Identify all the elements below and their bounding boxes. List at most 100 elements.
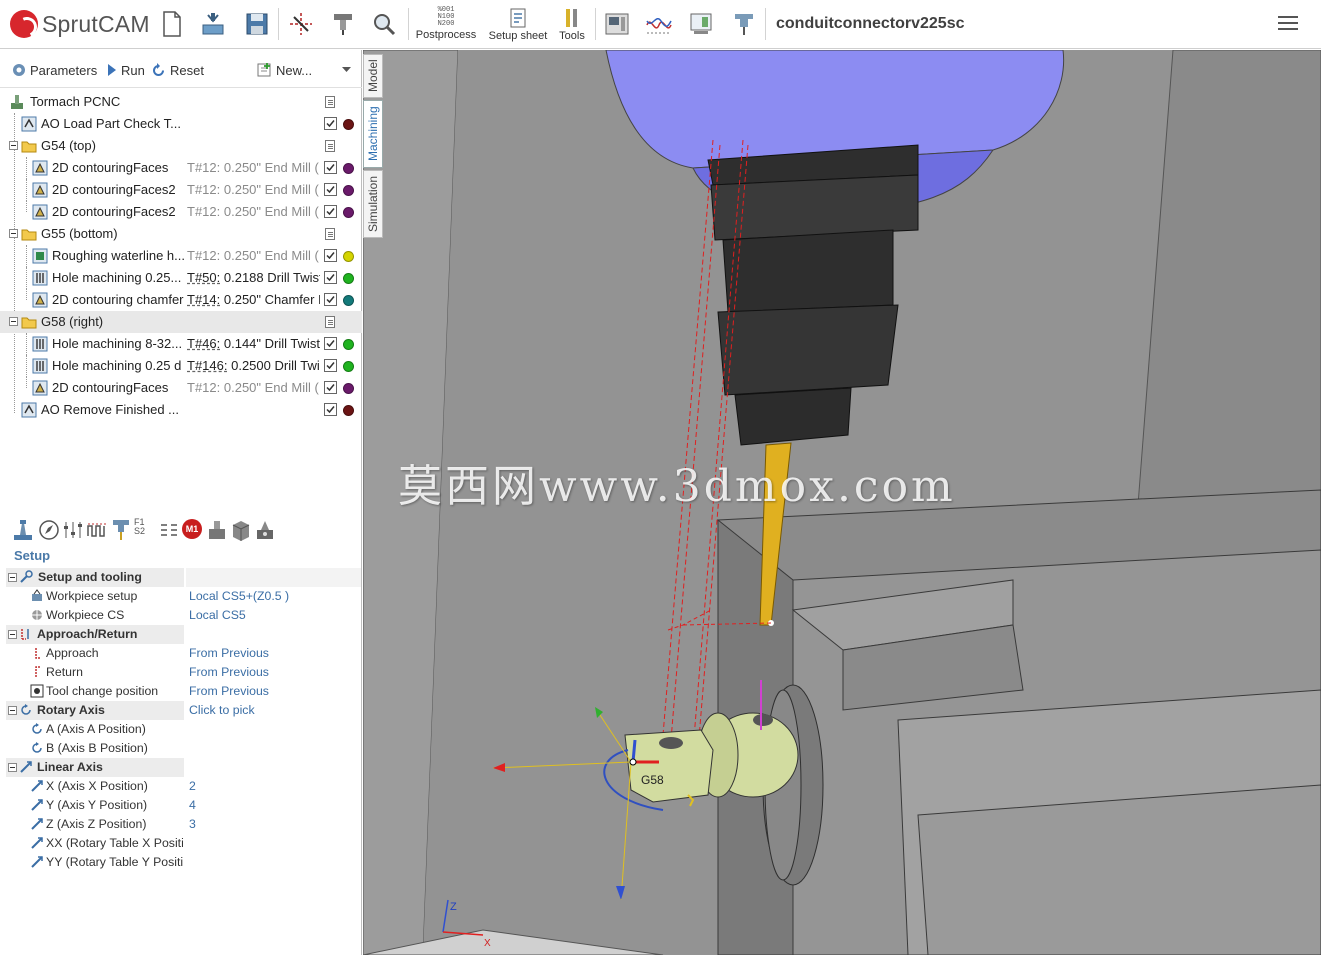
- tree-operation-row[interactable]: 2D contouringFaces2 T#12: 0.250" End Mil…: [0, 179, 362, 201]
- property-row[interactable]: Workpiece setup Local CS5+(Z0.5 ): [6, 587, 361, 606]
- checkbox-icon[interactable]: [324, 249, 337, 262]
- setup-tab-icon[interactable]: [12, 518, 34, 542]
- tree-setup-row-selected[interactable]: G58 (right): [0, 311, 362, 333]
- property-value[interactable]: From Previous: [189, 682, 269, 701]
- document-icon[interactable]: [325, 96, 335, 108]
- inspect-button[interactable]: [370, 4, 398, 44]
- property-value[interactable]: From Previous: [189, 644, 269, 663]
- m1-badge[interactable]: M1: [182, 519, 202, 539]
- document-icon[interactable]: [325, 316, 335, 328]
- tool-number: T#14:: [187, 292, 221, 307]
- group-rotary-axis[interactable]: Rotary Axis Click to pick: [6, 701, 361, 720]
- operations-toolbar: Parameters Run Reset New...: [0, 50, 362, 88]
- fixture-icon[interactable]: [206, 518, 228, 542]
- tree-operation-row[interactable]: 2D contouringFaces T#12: 0.250" End Mill…: [0, 377, 362, 399]
- checkbox-icon[interactable]: [324, 117, 337, 130]
- property-row[interactable]: XX (Rotary Table X Positio: [6, 834, 361, 853]
- tree-operation-row[interactable]: 2D contouring chamfer T#14: 0.250" Chamf…: [0, 289, 362, 311]
- setup-sheet-button[interactable]: Setup sheet: [485, 4, 551, 44]
- collapse-toggle[interactable]: [8, 573, 17, 582]
- checkbox-icon[interactable]: [324, 205, 337, 218]
- tools-button[interactable]: Tools: [557, 4, 587, 44]
- graph-button[interactable]: [643, 4, 675, 44]
- checkbox-icon[interactable]: [324, 359, 337, 372]
- property-row[interactable]: Return From Previous: [6, 663, 361, 682]
- reset-button[interactable]: Reset: [151, 60, 204, 80]
- levels-icon[interactable]: [62, 518, 84, 542]
- property-row[interactable]: YY (Rotary Table Y Positio: [6, 853, 361, 872]
- property-row[interactable]: Y (Axis Y Position) 4: [6, 796, 361, 815]
- new-operation-button[interactable]: New...: [256, 60, 312, 80]
- tab-simulation[interactable]: Simulation: [363, 170, 383, 238]
- collapse-toggle[interactable]: [8, 763, 17, 772]
- tree-operation-row[interactable]: 2D contouringFaces2 T#12: 0.250" End Mil…: [0, 201, 362, 223]
- holder-button[interactable]: [729, 4, 759, 44]
- hole-machining-icon: [32, 358, 48, 374]
- checkbox-icon[interactable]: [324, 381, 337, 394]
- stock-icon[interactable]: [230, 518, 252, 542]
- tree-operation-row[interactable]: Hole machining 0.25... T#50: 0.2188 Dril…: [0, 267, 362, 289]
- compass-icon[interactable]: [38, 518, 60, 542]
- property-row[interactable]: Workpiece CS Local CS5: [6, 606, 361, 625]
- new-file-button[interactable]: [160, 4, 184, 44]
- collapse-toggle[interactable]: [9, 317, 18, 326]
- property-row[interactable]: Z (Axis Z Position) 3: [6, 815, 361, 834]
- property-value[interactable]: Local CS5: [189, 606, 246, 625]
- property-value[interactable]: From Previous: [189, 663, 269, 682]
- checkbox-icon[interactable]: [324, 183, 337, 196]
- display-button[interactable]: [686, 4, 716, 44]
- property-row[interactable]: A (Axis A Position): [6, 720, 361, 739]
- cs-origin[interactable]: [629, 758, 637, 766]
- tool-icon[interactable]: [110, 518, 132, 542]
- collapse-toggle[interactable]: [9, 229, 18, 238]
- tree-operation-row[interactable]: AO Remove Finished ...: [0, 399, 362, 421]
- tree-operation-row[interactable]: Roughing waterline h... T#12: 0.250" End…: [0, 245, 362, 267]
- tree-operation-row[interactable]: Hole machining 8-32... T#46: 0.144" Dril…: [0, 333, 362, 355]
- tree-operation-row[interactable]: AO Load Part Check T...: [0, 113, 362, 135]
- tree-operation-row[interactable]: 2D contouringFaces T#12: 0.250" End Mill…: [0, 157, 362, 179]
- property-value[interactable]: 4: [189, 796, 196, 815]
- open-file-button[interactable]: [199, 4, 227, 44]
- checkbox-icon[interactable]: [324, 271, 337, 284]
- property-value[interactable]: Local CS5+(Z0.5 ): [189, 587, 289, 606]
- checkbox-icon[interactable]: [324, 337, 337, 350]
- new-operation-dropdown[interactable]: [342, 60, 351, 80]
- save-file-button[interactable]: [243, 4, 271, 44]
- main-menu-button[interactable]: [1278, 16, 1298, 32]
- property-value[interactable]: 2: [189, 777, 196, 796]
- tree-setup-row[interactable]: G54 (top): [0, 135, 362, 157]
- tree-operation-row[interactable]: Hole machining 0.25 d T#146: 0.2500 Dril…: [0, 355, 362, 377]
- property-value[interactable]: 3: [189, 815, 196, 834]
- group-linear-axis[interactable]: Linear Axis: [6, 758, 361, 777]
- cs-tool-button[interactable]: [287, 4, 315, 44]
- checkbox-icon[interactable]: [324, 293, 337, 306]
- document-icon[interactable]: [325, 228, 335, 240]
- checkbox-icon[interactable]: [324, 161, 337, 174]
- machine-panel-button[interactable]: [602, 4, 632, 44]
- 3d-viewport[interactable]: Z X G58 莫西网www.3dmox.com: [363, 50, 1321, 955]
- strategy-icon[interactable]: [86, 518, 108, 542]
- tab-machining[interactable]: Machining: [363, 100, 383, 168]
- property-row[interactable]: B (Axis B Position): [6, 739, 361, 758]
- group-setup-tooling[interactable]: Setup and tooling: [6, 568, 361, 587]
- tree-setup-row[interactable]: G55 (bottom): [0, 223, 362, 245]
- checkbox-icon[interactable]: [324, 403, 337, 416]
- collapse-toggle[interactable]: [8, 706, 17, 715]
- document-icon[interactable]: [325, 140, 335, 152]
- collapse-toggle[interactable]: [8, 630, 17, 639]
- list-icon[interactable]: [158, 518, 180, 542]
- collapse-toggle[interactable]: [9, 141, 18, 150]
- property-row[interactable]: X (Axis X Position) 2: [6, 777, 361, 796]
- feed-speed-icon[interactable]: F1 S2: [134, 518, 145, 536]
- machine-tool-button[interactable]: [329, 4, 357, 44]
- property-row[interactable]: Approach From Previous: [6, 644, 361, 663]
- tree-machine-row[interactable]: Tormach PCNC: [0, 91, 362, 113]
- tab-model[interactable]: Model: [363, 54, 383, 98]
- postprocess-button[interactable]: %001 N100 N200 Postprocess: [414, 4, 478, 44]
- group-approach-return[interactable]: Approach/Return: [6, 625, 361, 644]
- parameters-button[interactable]: Parameters: [12, 60, 97, 80]
- property-row[interactable]: Tool change position From Previous: [6, 682, 361, 701]
- property-value[interactable]: Click to pick: [189, 701, 255, 720]
- run-button[interactable]: Run: [107, 60, 145, 80]
- machine-simulation-icon[interactable]: [254, 518, 276, 542]
